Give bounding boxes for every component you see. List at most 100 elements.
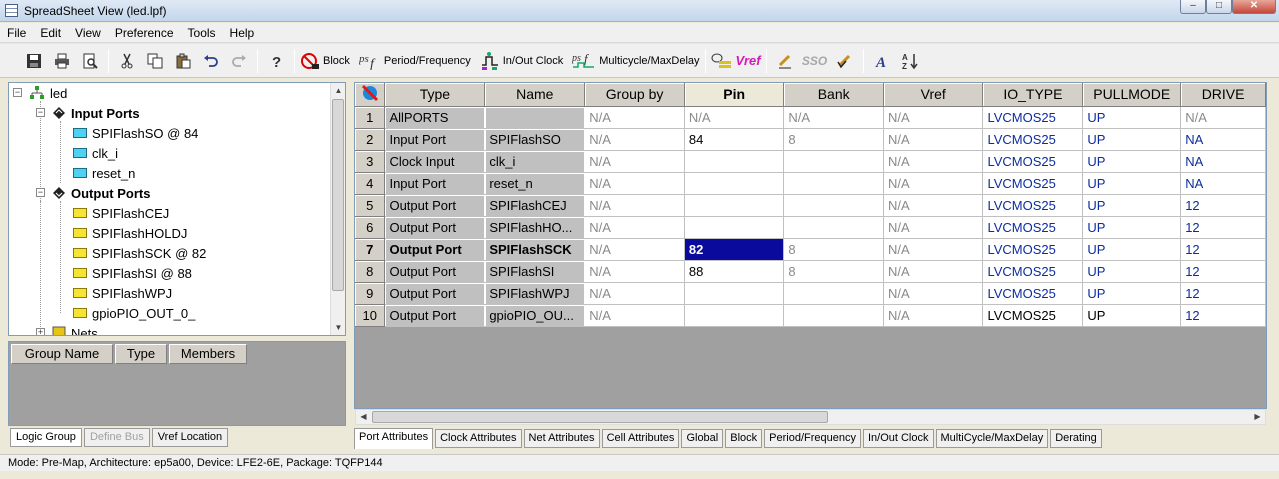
cell-io-type[interactable]: LVCMOS25 [982,106,1084,129]
menu-view[interactable]: View [68,26,108,40]
tree-output-port[interactable]: SPIFlashSCK @ 82 [73,243,206,263]
cell-group-by[interactable]: N/A [584,304,685,327]
row-number[interactable]: 7 [355,238,386,261]
cell-io-type[interactable]: LVCMOS25 [982,260,1084,283]
cell-group-by[interactable]: N/A [584,150,685,173]
table-row[interactable]: 5 Output Port SPIFlashCEJ N/A N/A LVCMOS25 UP 1… [355,194,1266,217]
undo-button[interactable] [198,49,224,73]
tab-period-frequency[interactable]: Period/Frequency [764,429,861,448]
cell-name[interactable]: SPIFlashWPJ [484,282,586,305]
cell-pin[interactable] [684,304,785,327]
cell-pin[interactable] [684,172,785,195]
cell-pullmode[interactable]: UP [1082,216,1182,239]
multicycle-button[interactable]: ps f Multicycle/MaxDelay [572,49,700,73]
cell-type[interactable]: Input Port [384,172,486,195]
collapse-icon[interactable]: − [13,88,22,97]
scroll-left-icon[interactable]: ◀ [356,410,371,424]
collapse-icon[interactable]: − [36,108,45,117]
cell-group-by[interactable]: N/A [584,106,685,129]
row-number[interactable]: 3 [355,150,386,173]
tree-output-ports[interactable]: − Output Ports [36,183,150,203]
scroll-down-icon[interactable]: ▼ [331,320,345,335]
sso-button[interactable]: SSO [800,49,830,73]
column-header-pullmode[interactable]: PULLMODE [1082,83,1182,107]
cell-group-by[interactable]: N/A [584,172,685,195]
cell-io-type[interactable]: LVCMOS25 [982,128,1084,151]
cell-pullmode[interactable]: UP [1082,106,1182,129]
cell-pullmode[interactable]: UP [1082,150,1182,173]
menu-tools[interactable]: Tools [181,26,223,40]
row-number[interactable]: 10 [355,304,386,327]
row-number[interactable]: 2 [355,128,386,151]
cell-drive[interactable]: NA [1180,128,1266,151]
table-row[interactable]: 7 Output Port SPIFlashSCK N/A 82 8 N/A LVCMOS25… [355,238,1266,261]
cell-bank[interactable] [783,172,884,195]
vref-button[interactable]: Vref [711,49,761,73]
column-header-group-by[interactable]: Group by [584,83,685,107]
cell-drive[interactable]: 12 [1180,304,1266,327]
cell-type[interactable]: AllPORTS [384,106,486,129]
copy-button[interactable] [142,49,168,73]
tree-input-port[interactable]: clk_i [73,143,118,163]
cell-vref[interactable]: N/A [883,194,984,217]
column-header-drive[interactable]: DRIVE [1180,83,1266,107]
cell-bank[interactable]: 8 [783,128,884,151]
scroll-thumb[interactable] [372,411,828,423]
cell-io-type[interactable]: LVCMOS25 [982,282,1084,305]
cell-pin[interactable]: 82 [684,238,785,261]
cell-io-type[interactable]: LVCMOS25 [982,172,1084,195]
cell-vref[interactable]: N/A [883,304,984,327]
scroll-right-icon[interactable]: ▶ [1250,410,1265,424]
cell-bank[interactable] [783,304,884,327]
cell-drive[interactable]: 12 [1180,194,1266,217]
cell-type[interactable]: Output Port [384,260,486,283]
save-button[interactable] [21,49,47,73]
tab-vref-location[interactable]: Vref Location [151,428,229,447]
group-members-header[interactable]: Members [169,344,247,364]
cell-bank[interactable]: 8 [783,238,884,261]
port-tree[interactable]: − led − Input Ports SPIFlashSO @ 84 clk_… [8,82,346,336]
cell-type[interactable]: Output Port [384,194,486,217]
select-all-corner[interactable] [355,83,386,107]
tree-output-port[interactable]: SPIFlashWPJ [73,283,172,303]
tab-global[interactable]: Global [681,429,724,448]
cell-vref[interactable]: N/A [883,216,984,239]
cell-pin[interactable] [684,282,785,305]
column-header-type[interactable]: Type [384,83,486,107]
close-button[interactable]: ✕ [1232,0,1276,14]
cell-drive[interactable]: 12 [1180,238,1266,261]
cell-io-type[interactable]: LVCMOS25 [982,194,1084,217]
cell-drive[interactable]: NA [1180,150,1266,173]
cell-bank[interactable] [783,282,884,305]
paste-button[interactable] [170,49,196,73]
table-row[interactable]: 1 AllPORTS N/A N/A N/A N/A LVCMOS25 UP N/A [355,106,1266,129]
cell-pullmode[interactable]: UP [1082,304,1182,327]
cell-bank[interactable] [783,150,884,173]
tree-input-port[interactable]: SPIFlashSO @ 84 [73,123,198,143]
font-button[interactable]: A [869,49,895,73]
cell-group-by[interactable]: N/A [584,216,685,239]
cell-io-type[interactable]: LVCMOS25 [982,304,1084,327]
cell-drive[interactable]: 12 [1180,282,1266,305]
tab-port-attributes[interactable]: Port Attributes [354,428,434,449]
table-row[interactable]: 6 Output Port SPIFlashHO... N/A N/A LVCMOS25 U… [355,216,1266,239]
sort-button[interactable]: AZ [897,49,923,73]
cell-pullmode[interactable]: UP [1082,194,1182,217]
cell-name[interactable]: SPIFlashSI [484,260,586,283]
sso-check-button[interactable] [832,49,858,73]
tab-derating[interactable]: Derating [1050,429,1102,448]
tree-vertical-scrollbar[interactable]: ▲ ▼ [330,83,345,335]
table-row[interactable]: 3 Clock Input clk_i N/A N/A LVCMOS25 UP NA [355,150,1266,173]
block-button[interactable]: Block [300,49,350,73]
cell-vref[interactable]: N/A [883,150,984,173]
inout-clock-button[interactable]: In/Out Clock [480,49,563,73]
cell-name[interactable]: SPIFlashHO... [484,216,586,239]
tree-output-port[interactable]: SPIFlashCEJ [73,203,169,223]
cell-drive[interactable]: NA [1180,172,1266,195]
column-header-io-type[interactable]: IO_TYPE [982,83,1084,107]
cell-pin[interactable]: N/A [684,106,785,129]
scroll-up-icon[interactable]: ▲ [331,83,345,98]
cut-button[interactable] [114,49,140,73]
row-number[interactable]: 8 [355,260,386,283]
minimize-button[interactable]: – [1180,0,1206,14]
